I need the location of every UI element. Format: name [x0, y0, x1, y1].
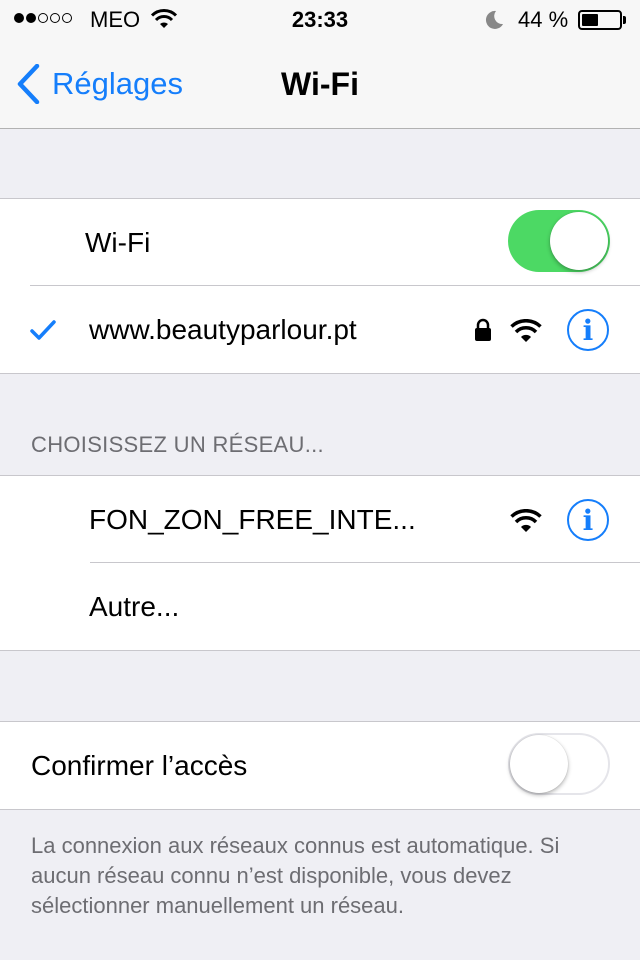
- connected-network-name: www.beautyparlour.pt: [89, 313, 357, 345]
- info-icon[interactable]: i: [567, 499, 609, 541]
- networks-group: FON_ZON_FREE_INTE... i Autre...: [0, 475, 640, 651]
- checkmark-icon: [30, 316, 56, 348]
- top-bar: MEO 23:33 44 % Réglages Wi-Fi: [0, 0, 640, 129]
- other-network-label: Autre...: [89, 590, 180, 622]
- wifi-toggle-label: Wi-Fi: [85, 226, 151, 258]
- ask-to-join-group: Confirmer l’accès: [0, 721, 640, 810]
- other-network-row[interactable]: Autre...: [0, 563, 640, 650]
- toggle-knob: [510, 735, 568, 793]
- status-bar: MEO 23:33 44 %: [0, 0, 640, 40]
- battery-level-fill: [582, 14, 598, 26]
- battery-icon: [578, 10, 622, 30]
- wifi-group: Wi-Fi www.beautyparlour.pt i: [0, 198, 640, 374]
- connected-network-row[interactable]: www.beautyparlour.pt i: [0, 286, 640, 373]
- wifi-toggle[interactable]: [508, 210, 610, 272]
- wifi-toggle-row: Wi-Fi: [0, 199, 640, 286]
- network-row[interactable]: FON_ZON_FREE_INTE... i: [0, 476, 640, 563]
- toggle-knob: [550, 212, 608, 270]
- ask-to-join-row: Confirmer l’accès: [0, 722, 640, 809]
- battery-nub: [623, 16, 626, 24]
- battery-percentage: 44 %: [518, 7, 569, 32]
- ask-to-join-footer: La connexion aux réseaux connus est auto…: [31, 833, 560, 918]
- page-title: Wi-Fi: [281, 66, 359, 102]
- do-not-disturb-moon-icon: [484, 9, 504, 36]
- info-icon[interactable]: i: [567, 309, 609, 351]
- wifi-signal-icon: [510, 318, 542, 350]
- ask-to-join-label: Confirmer l’accès: [31, 749, 248, 781]
- lock-icon: [474, 317, 492, 349]
- wifi-signal-icon: [510, 508, 542, 540]
- ask-to-join-toggle[interactable]: [508, 733, 610, 795]
- network-name: FON_ZON_FREE_INTE...: [89, 503, 416, 535]
- section-header: CHOISISSEZ UN RÉSEAU...: [31, 432, 324, 457]
